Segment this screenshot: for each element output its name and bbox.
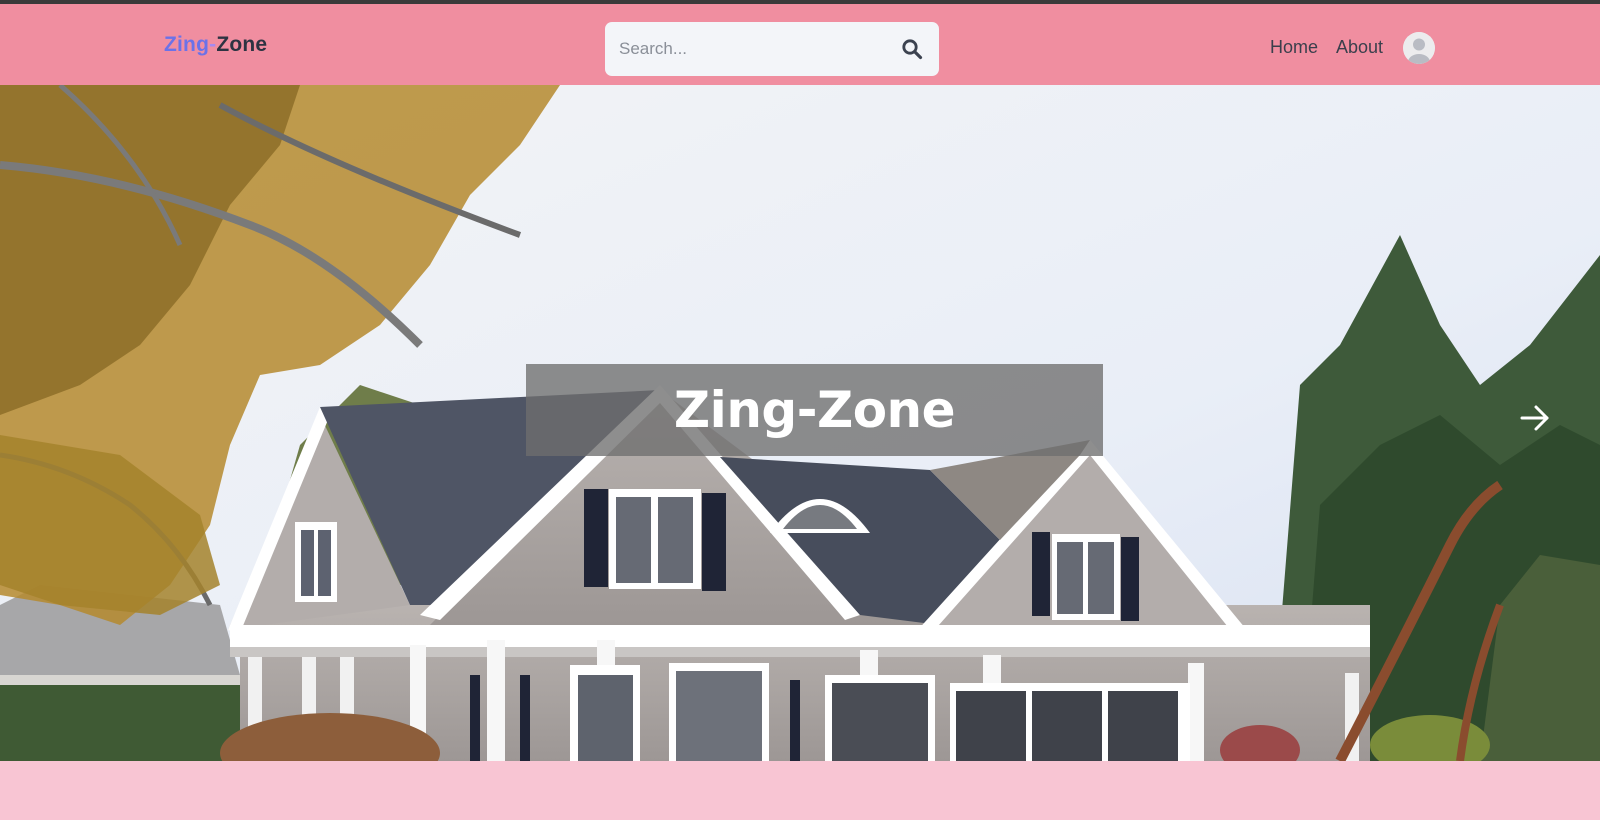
navbar: Zing-Zone Home About — [0, 4, 1600, 85]
hero-banner: Zing-Zone — [0, 85, 1600, 761]
nav-home-link[interactable]: Home — [1270, 37, 1318, 58]
hero-title: Zing-Zone — [673, 381, 956, 439]
arrow-right-icon[interactable] — [1517, 400, 1553, 436]
search-box — [605, 22, 939, 76]
nav-about-link[interactable]: About — [1336, 37, 1383, 58]
hero-title-box: Zing-Zone — [526, 364, 1103, 456]
brand-logo[interactable]: Zing-Zone — [164, 33, 267, 57]
brand-part-zone: Zone — [216, 33, 268, 56]
brand-part-zing: Zing — [164, 33, 210, 56]
page-footer-band — [0, 761, 1600, 820]
user-avatar-icon[interactable] — [1403, 32, 1435, 64]
search-input[interactable] — [605, 22, 885, 76]
search-icon[interactable] — [901, 38, 923, 60]
